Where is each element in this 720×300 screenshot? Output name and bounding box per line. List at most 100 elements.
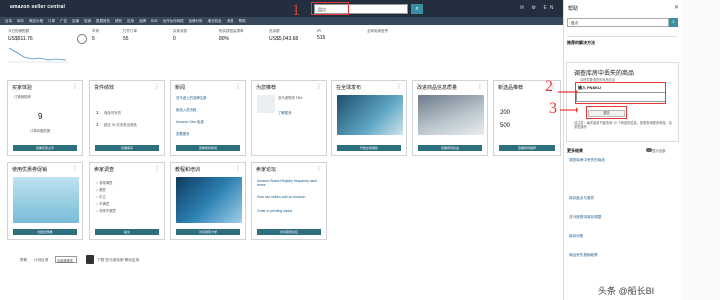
more-icon[interactable]: ⋮: [72, 165, 78, 172]
annotation-search-highlight: [311, 2, 349, 15]
result-link[interactable]: 库存盘点与差异: [569, 196, 669, 201]
card-button[interactable]: 查看所有新闻: [176, 145, 240, 151]
card-news: 新闻 ⋮ 亚马逊上的品牌注册 新品入驻流程 Amazon Vine 免费 查看更…: [170, 80, 246, 156]
annotation-number-2: 2: [545, 78, 553, 95]
solution-note: 请注意：每次最多只能查询 10 个商品的信息。如需查询更多商品，请重复操作: [574, 121, 672, 130]
main-menu[interactable]: 目录 库存 确定价格 订单 广告 店铺 促销 数据报告 绩效 应用 品牌 B2B 合作伙伴网络 品牌分析 增…: [0, 17, 563, 25]
more-icon[interactable]: ⋮: [235, 165, 241, 172]
card-tutorials: 教程和培训 ⋮ 访问卖家大学: [170, 162, 246, 240]
solution-section-title: 推荐的解决方法: [567, 40, 595, 45]
annotation-input-highlight: [575, 82, 666, 104]
survey-option[interactable]: ○ 不满意: [96, 202, 109, 206]
watermark: 头条 @船长BI: [598, 286, 655, 296]
card-button[interactable]: 创建优惠券: [13, 229, 77, 235]
annotation-number-1: 1: [292, 2, 300, 19]
coupon-image: [13, 177, 79, 223]
nav-item[interactable]: 合作伙伴网络: [163, 19, 184, 23]
card-listing-quality: 改进商品信息质量 ⋮ 查看所有机会: [412, 80, 488, 156]
nav-item[interactable]: 店铺: [72, 19, 79, 23]
top-navigation-bar: [0, 0, 563, 17]
mobile-app-icon[interactable]: [86, 255, 94, 264]
metric-open-orders[interactable]: 打开订单 55: [123, 29, 163, 49]
toggle-icon[interactable]: [646, 148, 652, 152]
nav-item[interactable]: 应用: [127, 19, 134, 23]
sales-sparkline: [8, 47, 68, 63]
card-coupons: 使用优惠券促销 ⋮ 创建优惠券: [7, 162, 83, 240]
nav-item[interactable]: 广告: [60, 19, 67, 23]
nav-item[interactable]: 库存: [17, 19, 24, 23]
nav-item[interactable]: B2B: [151, 19, 158, 23]
card-button[interactable]: 查看所有机会: [418, 145, 482, 151]
card-button[interactable]: 查看买家之声: [13, 145, 77, 151]
card-button[interactable]: 开始全球销售: [337, 145, 401, 151]
annotation-button-highlight: [586, 106, 627, 119]
nav-item[interactable]: 品牌分析: [189, 19, 203, 23]
nav-item[interactable]: 数据报告: [96, 19, 110, 23]
metric-buybox[interactable]: 购买按钮赢得率 80%: [219, 29, 259, 49]
language-select[interactable]: 请选择语言: [55, 256, 77, 263]
nav-item[interactable]: 订单: [48, 19, 55, 23]
result-link[interactable]: 亚马逊物流库存调整: [569, 215, 669, 220]
metric-ipi[interactable]: IPI 515: [317, 29, 357, 49]
result-link[interactable]: 调查库房中丢失的商品: [569, 158, 669, 163]
nav-item[interactable]: 品牌: [139, 19, 146, 23]
nav-item[interactable]: 消息: [227, 19, 234, 23]
survey-option[interactable]: ○ 中立: [96, 195, 106, 199]
nav-item[interactable]: 绩效: [115, 19, 122, 23]
card-button[interactable]: 管理库存: [95, 145, 159, 151]
card-forums: 卖家论坛 ⋮ Amazon Brand Registry frequently …: [251, 162, 327, 240]
card-button[interactable]: 查看所有推荐: [499, 145, 555, 151]
card-button[interactable]: 访问卖家大学: [176, 229, 240, 235]
more-icon[interactable]: ⋮: [316, 83, 322, 90]
recommendation-image: [257, 95, 275, 113]
nav-item[interactable]: 目录: [5, 19, 12, 23]
more-icon[interactable]: ⋮: [72, 83, 78, 90]
more-results-title: 更多结果: [567, 148, 583, 153]
more-icon[interactable]: ⋮: [396, 83, 402, 90]
solution-heading: 调查库房中丢失的商品: [574, 71, 635, 77]
nav-item[interactable]: 促销: [84, 19, 91, 23]
global-map-image: [337, 95, 403, 135]
card-button[interactable]: 提交: [95, 229, 159, 235]
result-link[interactable]: 商品丢失报销政策: [569, 253, 669, 258]
more-icon[interactable]: ⋮: [154, 83, 160, 90]
more-icon[interactable]: ⋮: [235, 83, 241, 90]
card-button[interactable]: 访问卖家论坛: [257, 229, 321, 235]
header-icons[interactable]: ✉ ⚙ EN: [520, 5, 556, 11]
nav-item[interactable]: 帮助: [239, 19, 246, 23]
annotation-arrows: [558, 89, 578, 113]
tutorial-image: [176, 177, 242, 223]
help-search-input[interactable]: 盘点: [567, 18, 669, 27]
close-icon[interactable]: ✕: [674, 4, 679, 11]
more-icon[interactable]: ⋮: [154, 165, 160, 172]
search-icon[interactable]: ⌕: [411, 4, 423, 14]
footer-app-download[interactable]: 下载"亚马逊卖家"移动应用: [97, 258, 139, 263]
survey-option[interactable]: ○ 非常不满意: [96, 209, 116, 213]
card-go-global: 在全球发布 ⋮ 开始全球销售: [331, 80, 407, 156]
globe-icon[interactable]: [77, 34, 87, 44]
survey-option[interactable]: ○ 非常满意: [96, 181, 113, 185]
result-link[interactable]: 库存对账: [569, 234, 669, 239]
card-inventory-performance: 货件绩效 ⋮ 1 商品可补货 1 超过 30 天未售出商品 管理库存: [89, 80, 165, 156]
nav-item[interactable]: 增长机会: [208, 19, 222, 23]
listing-quality-image: [418, 95, 484, 135]
metric-buyer-messages[interactable]: 买家消息 0: [173, 29, 209, 49]
nav-item[interactable]: 确定价格: [29, 19, 43, 23]
card-seller-survey: 卖家调查 ⋮ ○ 非常满意 ○ 满意 ○ 中立 ○ 不满意 ○ 非常不满意 提交: [89, 162, 165, 240]
card-recommended: 为您推荐 ⋮ 亚马逊物流 FBA 了解更多: [251, 80, 327, 156]
metric-balance[interactable]: 总余额 US$5,043.68: [269, 29, 313, 49]
divider: [567, 36, 677, 37]
seller-central-logo[interactable]: amazon seller central: [10, 4, 65, 10]
footer-feedback[interactable]: 计划反馈: [34, 258, 48, 263]
metric-marketplaces[interactable]: 市场 5: [92, 29, 118, 49]
search-icon[interactable]: ⌕: [669, 18, 678, 27]
metric-feedback[interactable]: 全球卖家信誉: [367, 29, 411, 49]
survey-option[interactable]: ○ 满意: [96, 188, 106, 192]
card-buyer-experience: 买家体验 ⋮ 订单缺陷率 9 订单问题总数 查看买家之声: [7, 80, 83, 156]
help-panel-title: 帮助: [568, 6, 579, 12]
page-margin: [682, 0, 720, 300]
show-all-toggle[interactable]: 显示全部: [652, 148, 666, 153]
more-icon[interactable]: ⋮: [477, 83, 483, 90]
footer-help[interactable]: 帮助: [20, 258, 27, 263]
more-icon[interactable]: ⋮: [316, 165, 322, 172]
